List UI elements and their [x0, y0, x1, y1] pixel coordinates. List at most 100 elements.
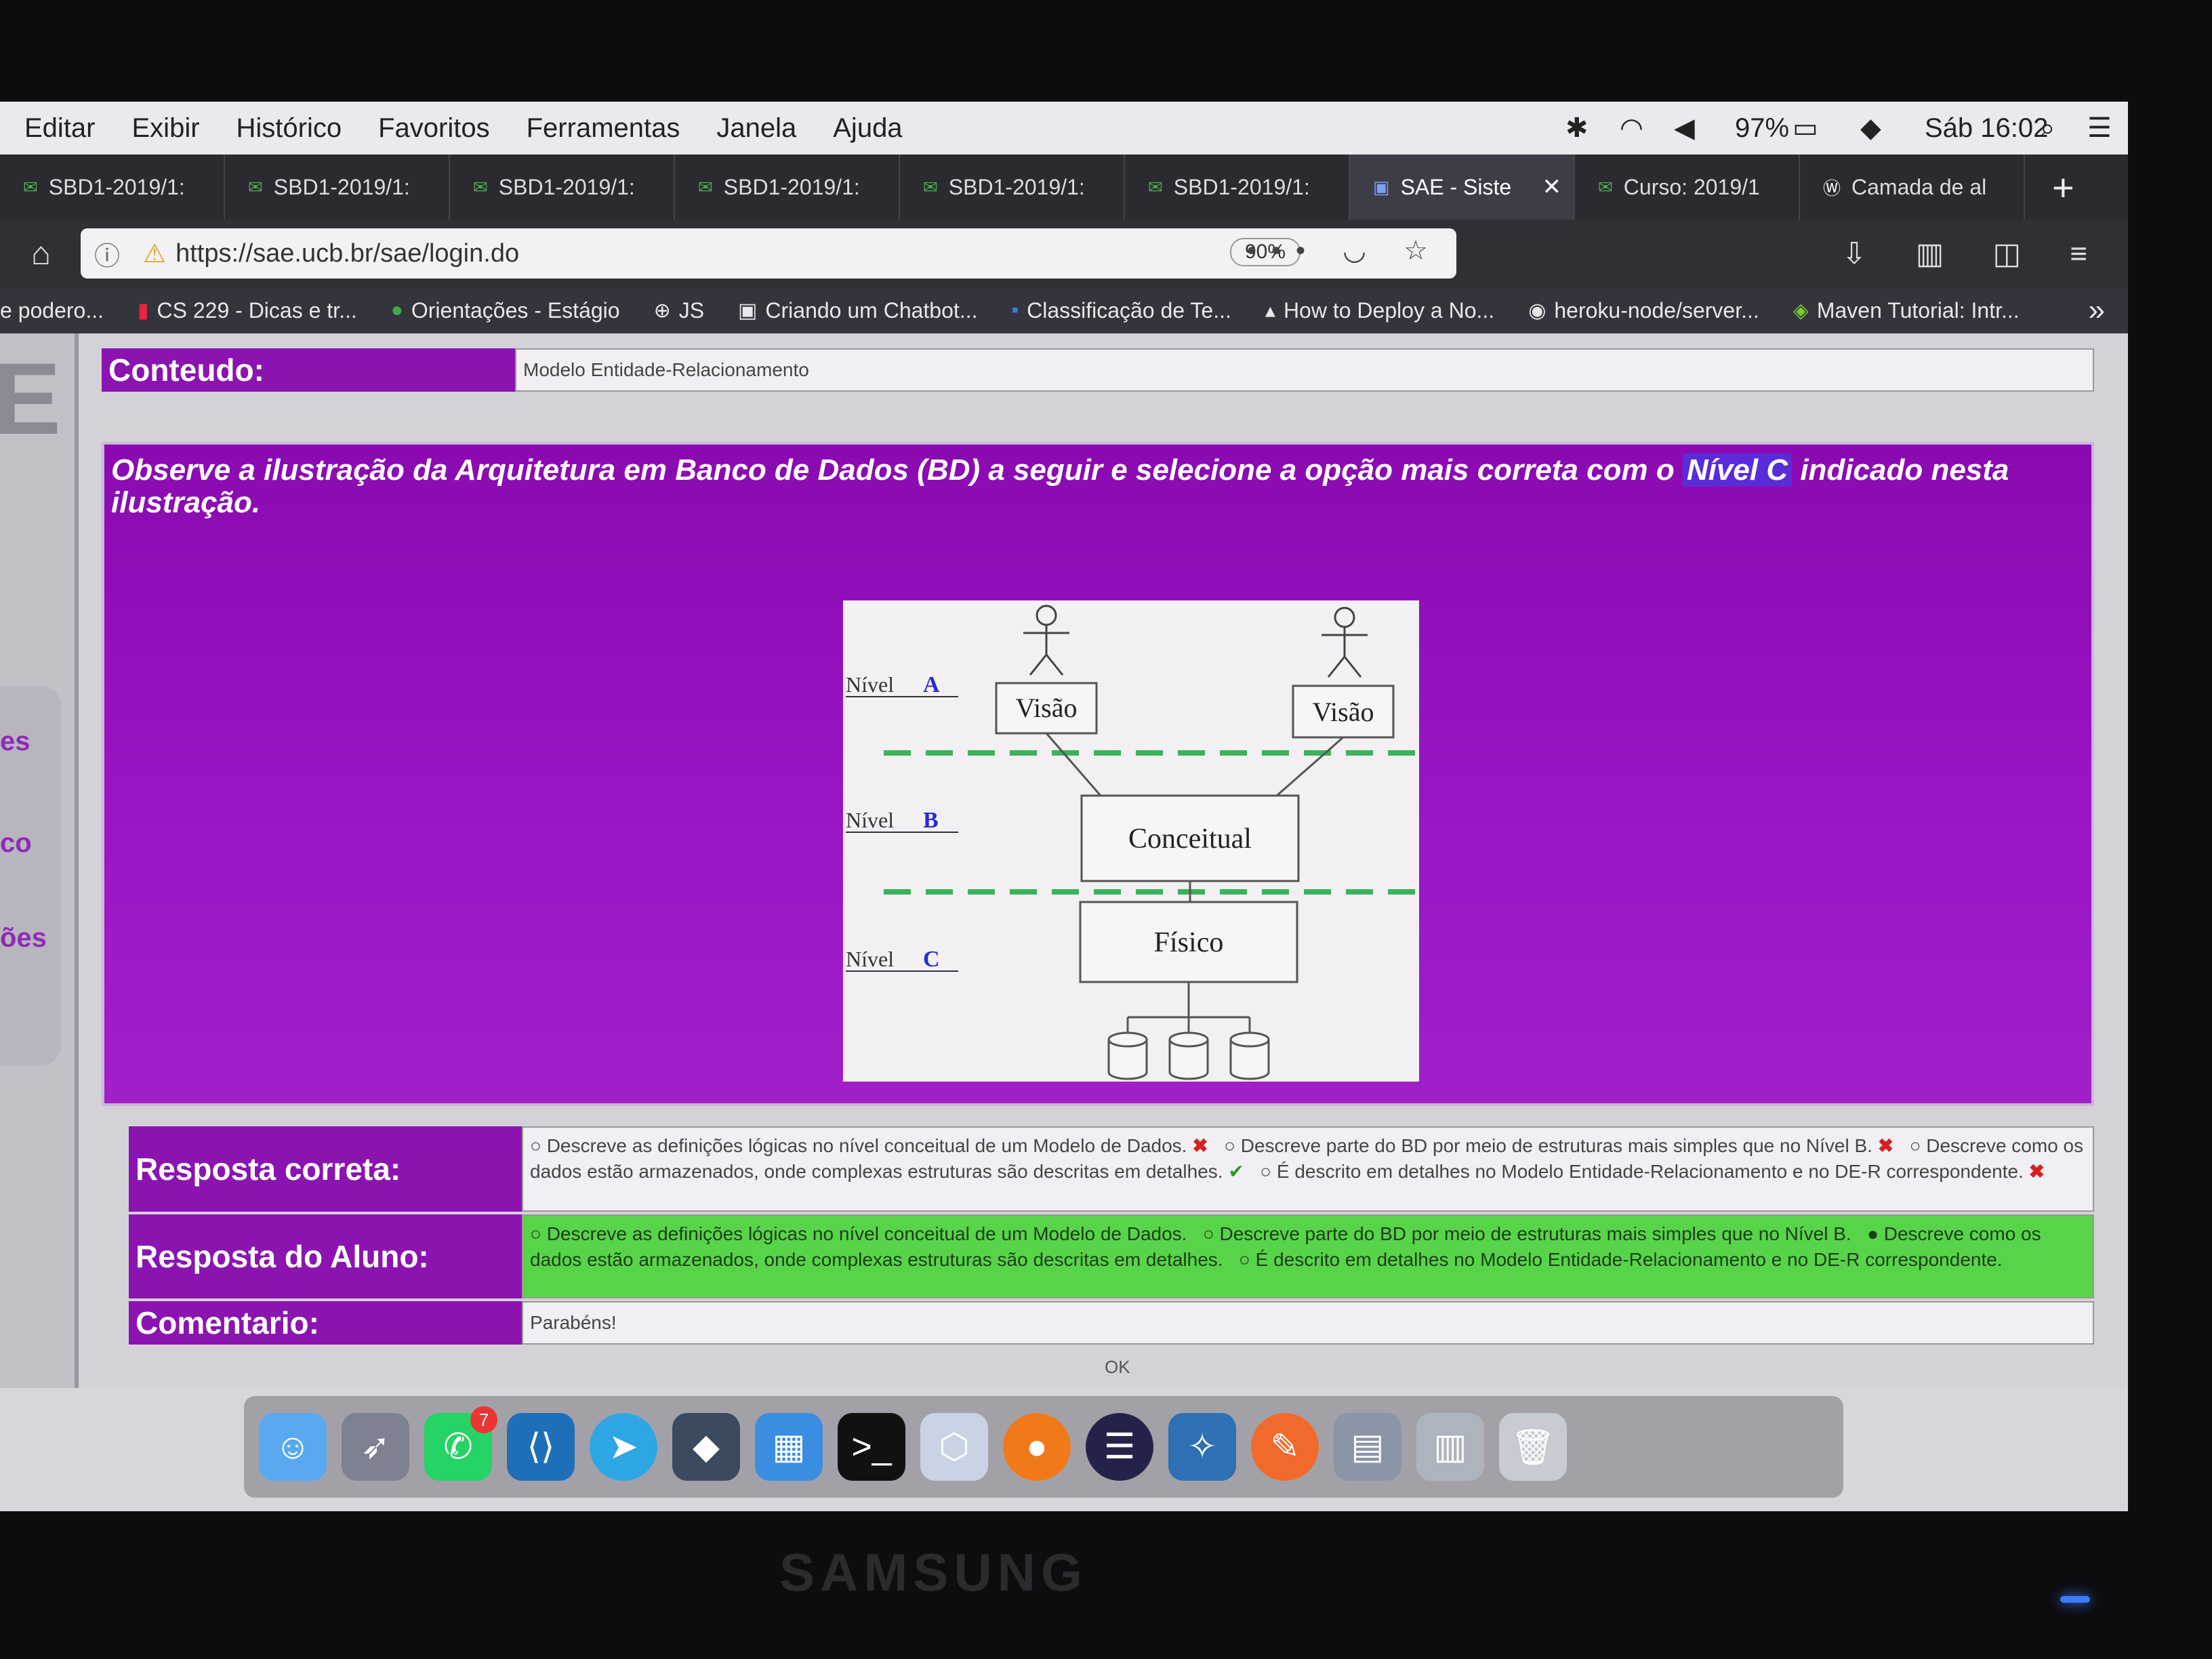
- wifi-icon[interactable]: ◠: [1620, 102, 1643, 155]
- pocket-icon[interactable]: ◡: [1343, 236, 1381, 266]
- download-icon[interactable]: ⇩: [1842, 237, 1887, 270]
- telegram-icon[interactable]: ➤: [590, 1413, 657, 1481]
- battery-percent[interactable]: 97%: [1735, 102, 1789, 155]
- docker-icon[interactable]: ▦: [755, 1413, 823, 1481]
- close-tab-icon[interactable]: ✕: [1542, 173, 1562, 201]
- sae-icon: ▣: [1373, 176, 1390, 197]
- bookmark-favicon-icon: ◈: [1793, 299, 1809, 322]
- bookmark-item[interactable]: ▪ Classificação de Te...: [1011, 298, 1231, 323]
- downloads-folder-icon[interactable]: ▥: [1416, 1413, 1484, 1481]
- bookmark-item[interactable]: ⊕ JS: [654, 298, 704, 323]
- trash-icon[interactable]: 🗑: [1499, 1413, 1567, 1481]
- bookmark-item[interactable]: ▣ Criando um Chatbot...: [738, 298, 977, 323]
- preview-icon[interactable]: ▤: [1334, 1413, 1401, 1481]
- conceptual-label: Conceitual: [1128, 823, 1252, 855]
- launchpad-icon[interactable]: ➶: [342, 1413, 409, 1481]
- page-actions: ••• ◡ ☆: [1247, 235, 1443, 266]
- library-icon[interactable]: ▥: [1916, 237, 1965, 270]
- bookmark-item[interactable]: ● Orientações - Estágio: [391, 298, 620, 323]
- bookmark-item[interactable]: ▮ CS 229 - Dicas e tr...: [138, 298, 357, 323]
- mysql-workbench-icon[interactable]: ✧: [1168, 1413, 1236, 1481]
- bookmark-favicon-icon: ●: [390, 299, 403, 321]
- eclipse-icon[interactable]: ☰: [1086, 1413, 1153, 1481]
- gmail-icon: ✉: [248, 176, 263, 197]
- student-radio-4[interactable]: ○: [1239, 1249, 1250, 1270]
- w-icon: Ⓦ: [1823, 178, 1841, 199]
- whatsapp-icon[interactable]: ✆ 7: [424, 1406, 497, 1481]
- level-c-prefix: Nível: [846, 947, 894, 971]
- toolbar-right: ⇩ ▥ ◫ ≡: [1842, 237, 2108, 271]
- radio-option-4[interactable]: ○: [1260, 1161, 1271, 1182]
- correct-answer-row: Resposta correta: ○ Descreve as definiçõ…: [129, 1126, 2094, 1212]
- database-icon: [1107, 1031, 1148, 1080]
- student-radio-3[interactable]: ●: [1867, 1223, 1879, 1244]
- bookmark-label: heroku-node/server...: [1554, 298, 1759, 323]
- bookmark-item[interactable]: ◉ heroku-node/server...: [1528, 298, 1759, 323]
- radio-option-1[interactable]: ○: [530, 1135, 541, 1156]
- clock[interactable]: Sáb 16:02: [1925, 102, 2048, 155]
- more-actions-icon[interactable]: •••: [1247, 236, 1320, 266]
- lock-warning-icon[interactable]: ⚠: [143, 239, 166, 269]
- view-label-right: Visão: [1313, 697, 1374, 727]
- bookmarks-overflow-icon[interactable]: »: [2089, 293, 2105, 327]
- tab-sbd1-3[interactable]: ✉ SBD1-2019/1:: [450, 155, 675, 220]
- notification-center-icon[interactable]: ☰: [2087, 102, 2112, 155]
- side-link-1[interactable]: es: [0, 726, 30, 757]
- bookmark-item[interactable]: ◈ Maven Tutorial: Intr...: [1793, 298, 2020, 323]
- menu-editar[interactable]: Editar: [24, 113, 96, 144]
- menu-historico[interactable]: Histórico: [237, 113, 342, 144]
- menu-janela[interactable]: Janela: [716, 113, 796, 144]
- finder-icon[interactable]: ☺: [259, 1413, 327, 1481]
- bookmark-item[interactable]: e podero...: [0, 298, 104, 323]
- spotlight-search-icon[interactable]: ⌕: [2040, 102, 2055, 155]
- terminal-icon[interactable]: >_: [838, 1413, 905, 1481]
- comment-value: Parabéns!: [522, 1301, 2094, 1345]
- info-icon[interactable]: ⓘ: [94, 235, 120, 272]
- menu-ajuda[interactable]: Ajuda: [833, 113, 902, 144]
- side-link-2[interactable]: co: [0, 828, 32, 859]
- bookmark-item[interactable]: ▴ How to Deploy a No...: [1265, 298, 1494, 323]
- home-icon[interactable]: ⌂: [31, 235, 51, 272]
- url-bar[interactable]: ⓘ ⚠ https://sae.ucb.br/sae/login.do 90% …: [81, 228, 1456, 279]
- flag-icon[interactable]: ◆: [1860, 102, 1881, 155]
- tab-sae[interactable]: ▣ SAE - Siste ✕: [1350, 155, 1575, 220]
- volume-icon[interactable]: ◀: [1674, 102, 1695, 155]
- menu-ferramentas[interactable]: Ferramentas: [527, 113, 680, 144]
- tab-sbd1-5[interactable]: ✉ SBD1-2019/1:: [900, 155, 1125, 220]
- question-panel: Conteudo: Modelo Entidade-Relacionamento…: [102, 333, 2128, 1388]
- bookmark-star-icon[interactable]: ☆: [1404, 236, 1443, 266]
- tab-label: SBD1-2019/1:: [948, 174, 1085, 199]
- tab-curso[interactable]: ✉ Curso: 2019/1: [1575, 155, 1800, 220]
- student-radio-2[interactable]: ○: [1203, 1223, 1214, 1244]
- tab-camada[interactable]: Ⓦ Camada de al: [1800, 155, 2025, 220]
- menu-exibir[interactable]: Exibir: [132, 113, 200, 144]
- vscode-icon[interactable]: ⟨⟩: [507, 1413, 575, 1481]
- menu-favoritos[interactable]: Favoritos: [378, 113, 490, 144]
- bookmark-label: e podero...: [0, 298, 104, 323]
- virtualbox-icon[interactable]: ⬡: [920, 1413, 988, 1481]
- student-radio-1[interactable]: ○: [530, 1223, 541, 1244]
- left-side-panel: E es co ões: [0, 333, 79, 1388]
- firefox-icon[interactable]: ●: [1003, 1413, 1071, 1481]
- ok-button[interactable]: OK: [1105, 1357, 1130, 1378]
- url-text[interactable]: https://sae.ucb.br/sae/login.do: [176, 239, 519, 268]
- bookmark-favicon-icon: ▴: [1265, 299, 1275, 322]
- sourcetree-icon[interactable]: ◆: [672, 1413, 740, 1481]
- menu-bar: Editar Exibir Histórico Favoritos Ferram…: [0, 102, 2128, 155]
- swift-playgrounds-icon[interactable]: ✎: [1251, 1413, 1319, 1481]
- tab-sbd1-1[interactable]: ✉ SBD1-2019/1:: [0, 155, 225, 220]
- tab-sbd1-2[interactable]: ✉ SBD1-2019/1:: [225, 155, 450, 220]
- bluetooth-icon[interactable]: ✱: [1565, 102, 1589, 155]
- question-text-start: Observe a ilustração da Arquitetura em B…: [111, 453, 1683, 487]
- sidebar-icon[interactable]: ◫: [1993, 237, 2042, 270]
- new-tab-button[interactable]: +: [2025, 155, 2102, 220]
- tab-sbd1-6[interactable]: ✉ SBD1-2019/1:: [1125, 155, 1350, 220]
- menu-icon[interactable]: ≡: [2070, 237, 2108, 270]
- power-led-icon: [2060, 1596, 2090, 1603]
- battery-icon[interactable]: ▭: [1793, 102, 1818, 155]
- side-link-3[interactable]: ões: [0, 923, 47, 954]
- radio-option-2[interactable]: ○: [1224, 1135, 1235, 1156]
- gmail-icon: ✉: [473, 176, 488, 197]
- radio-option-3[interactable]: ○: [1910, 1135, 1921, 1156]
- tab-sbd1-4[interactable]: ✉ SBD1-2019/1:: [675, 155, 900, 220]
